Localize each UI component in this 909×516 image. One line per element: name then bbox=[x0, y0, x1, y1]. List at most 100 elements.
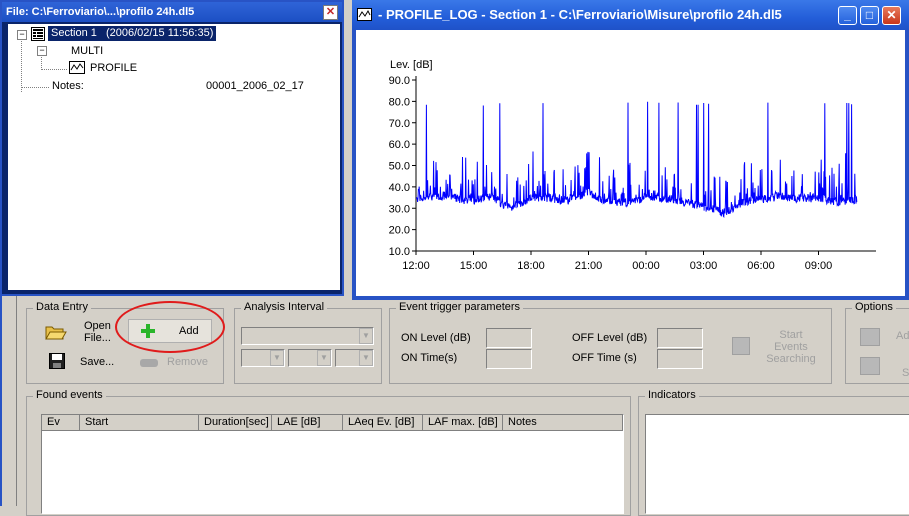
found-events-table[interactable]: Ev Start Duration[sec] LAE [dB] LAeq Ev.… bbox=[41, 414, 624, 514]
indicators-list[interactable] bbox=[645, 414, 909, 514]
found-events-legend: Found events bbox=[33, 389, 106, 401]
chart-titlebar[interactable]: - PROFILE_LOG - Section 1 - C:\Ferroviar… bbox=[352, 0, 909, 30]
x-tick-label: 18:00 bbox=[517, 260, 545, 272]
interval-preset-select[interactable]: ▼ bbox=[241, 327, 374, 345]
col-notes[interactable]: Notes bbox=[503, 415, 623, 431]
options-group: Options Ad S bbox=[845, 301, 909, 384]
interval-day-select[interactable]: ▼ bbox=[241, 349, 285, 367]
start-search-icon bbox=[732, 337, 750, 355]
maximize-button[interactable]: □ bbox=[860, 6, 879, 25]
y-tick-label: 40.0 bbox=[389, 182, 410, 194]
open-folder-icon[interactable] bbox=[45, 323, 67, 341]
off-level-input[interactable] bbox=[657, 328, 703, 348]
off-time-input[interactable] bbox=[657, 349, 703, 369]
tree-item-profile[interactable]: PROFILE bbox=[90, 61, 137, 75]
x-tick-label: 12:00 bbox=[402, 260, 430, 272]
chevron-down-icon: ▼ bbox=[359, 350, 373, 366]
highlight-ellipse bbox=[115, 301, 225, 353]
start-search-line-2: Events bbox=[774, 341, 808, 353]
col-ev[interactable]: Ev bbox=[42, 415, 80, 431]
statistics-button[interactable]: S bbox=[902, 367, 909, 379]
file-tree-window: File: C:\Ferroviario\...\profilo 24h.dl5… bbox=[0, 0, 344, 296]
data-entry-legend: Data Entry bbox=[33, 301, 91, 313]
file-tree-title: File: C:\Ferroviario\...\profilo 24h.dl5 bbox=[6, 6, 195, 18]
open-file-button[interactable]: Open File... bbox=[84, 320, 111, 344]
x-tick-label: 15:00 bbox=[460, 260, 488, 272]
y-tick-label: 20.0 bbox=[389, 225, 410, 237]
chart-area: Lev. [dB] 10.0 20.0 30.0 40.0 50.0 60.0 70.0 80… bbox=[356, 30, 905, 296]
event-trigger-legend: Event trigger parameters bbox=[396, 301, 524, 313]
on-level-input[interactable] bbox=[486, 328, 532, 348]
off-level-label: OFF Level (dB) bbox=[572, 332, 648, 344]
remove-button[interactable]: Remove bbox=[167, 356, 208, 368]
options-legend: Options bbox=[852, 301, 896, 313]
open-file-label-2: File... bbox=[84, 332, 111, 344]
col-start[interactable]: Start bbox=[80, 415, 199, 431]
file-tree: − Section 1 (2006/02/15 11:56:35) − MULT… bbox=[8, 24, 340, 290]
level-series-line bbox=[416, 101, 858, 219]
tree-connector bbox=[21, 87, 49, 88]
interval-month-select[interactable]: ▼ bbox=[288, 349, 332, 367]
x-tick-label: 21:00 bbox=[575, 260, 603, 272]
analysis-interval-group: Analysis Interval ▼ ▼ ▼ ▼ bbox=[234, 301, 382, 384]
save-button[interactable]: Save... bbox=[80, 356, 114, 368]
event-trigger-group: Event trigger parameters ON Level (dB) O… bbox=[389, 301, 832, 384]
indicators-legend: Indicators bbox=[645, 389, 699, 401]
analysis-interval-legend: Analysis Interval bbox=[241, 301, 328, 313]
chevron-down-icon: ▼ bbox=[359, 328, 373, 344]
y-tick-label: 80.0 bbox=[389, 96, 410, 108]
y-tick-label: 10.0 bbox=[389, 246, 410, 258]
indicators-group: Indicators bbox=[638, 389, 909, 516]
section-date: (2006/02/15 11:56:35) bbox=[105, 27, 214, 39]
on-time-input[interactable] bbox=[486, 349, 532, 369]
interval-year-select[interactable]: ▼ bbox=[335, 349, 374, 367]
add-indicator-button[interactable]: Ad bbox=[896, 330, 909, 342]
save-disk-icon[interactable] bbox=[49, 353, 65, 369]
tree-item-section[interactable]: Section 1 (2006/02/15 11:56:35) bbox=[48, 26, 217, 41]
start-search-line-1: Start bbox=[779, 329, 803, 341]
level-profile-chart: Lev. [dB] 10.0 20.0 30.0 40.0 50.0 60.0 70.0 80… bbox=[389, 59, 876, 272]
tree-connector bbox=[21, 32, 22, 92]
chart-close-button[interactable]: ✕ bbox=[882, 6, 901, 25]
off-time-label: OFF Time (s) bbox=[572, 352, 637, 364]
profile-window-icon bbox=[357, 8, 372, 21]
chart-window-title: - PROFILE_LOG - Section 1 - C:\Ferroviar… bbox=[378, 7, 782, 22]
x-tick-label: 00:00 bbox=[632, 260, 660, 272]
y-tick-label: 70.0 bbox=[389, 118, 410, 130]
add-indicator-icon bbox=[860, 328, 880, 346]
multi-collapse-icon[interactable]: − bbox=[37, 46, 47, 56]
open-file-label-1: Open bbox=[84, 320, 111, 332]
start-events-searching-button[interactable]: Start Events Searching bbox=[755, 329, 827, 365]
section-collapse-icon[interactable]: − bbox=[17, 30, 27, 40]
file-tree-close-button[interactable]: ✕ bbox=[323, 5, 338, 20]
data-entry-group: Data Entry Open File... Add Save... Remo… bbox=[26, 301, 225, 384]
window-edge bbox=[0, 296, 2, 506]
remove-icon bbox=[140, 359, 158, 367]
minimize-button[interactable]: _ bbox=[838, 6, 857, 25]
section-label: Section 1 bbox=[51, 27, 97, 39]
panel-separator bbox=[16, 296, 17, 506]
y-tick-label: 60.0 bbox=[389, 139, 410, 151]
col-duration[interactable]: Duration[sec] bbox=[199, 415, 272, 431]
col-lae[interactable]: LAE [dB] bbox=[272, 415, 343, 431]
chart-window: - PROFILE_LOG - Section 1 - C:\Ferroviar… bbox=[352, 0, 909, 300]
y-tick-label: 50.0 bbox=[389, 161, 410, 173]
tree-connector bbox=[41, 69, 67, 70]
y-tick-label: 30.0 bbox=[389, 203, 410, 215]
on-time-label: ON Time(s) bbox=[401, 352, 458, 364]
found-events-group: Found events Ev Start Duration[sec] LAE … bbox=[26, 389, 631, 516]
x-tick-label: 03:00 bbox=[690, 260, 718, 272]
section-icon bbox=[31, 27, 45, 41]
col-lafmax[interactable]: LAF max. [dB] bbox=[423, 415, 503, 431]
on-level-label: ON Level (dB) bbox=[401, 332, 471, 344]
tree-item-multi[interactable]: MULTI bbox=[71, 44, 103, 58]
col-laeq[interactable]: LAeq Ev. [dB] bbox=[343, 415, 423, 431]
file-tree-titlebar[interactable]: File: C:\Ferroviario\...\profilo 24h.dl5 bbox=[2, 2, 342, 22]
y-axis-label: Lev. [dB] bbox=[390, 59, 433, 71]
chevron-down-icon: ▼ bbox=[270, 350, 284, 366]
profile-chart-icon bbox=[69, 61, 85, 74]
percent-icon bbox=[860, 357, 880, 375]
x-tick-label: 09:00 bbox=[805, 260, 833, 272]
x-tick-label: 06:00 bbox=[747, 260, 775, 272]
start-search-line-3: Searching bbox=[766, 353, 816, 365]
